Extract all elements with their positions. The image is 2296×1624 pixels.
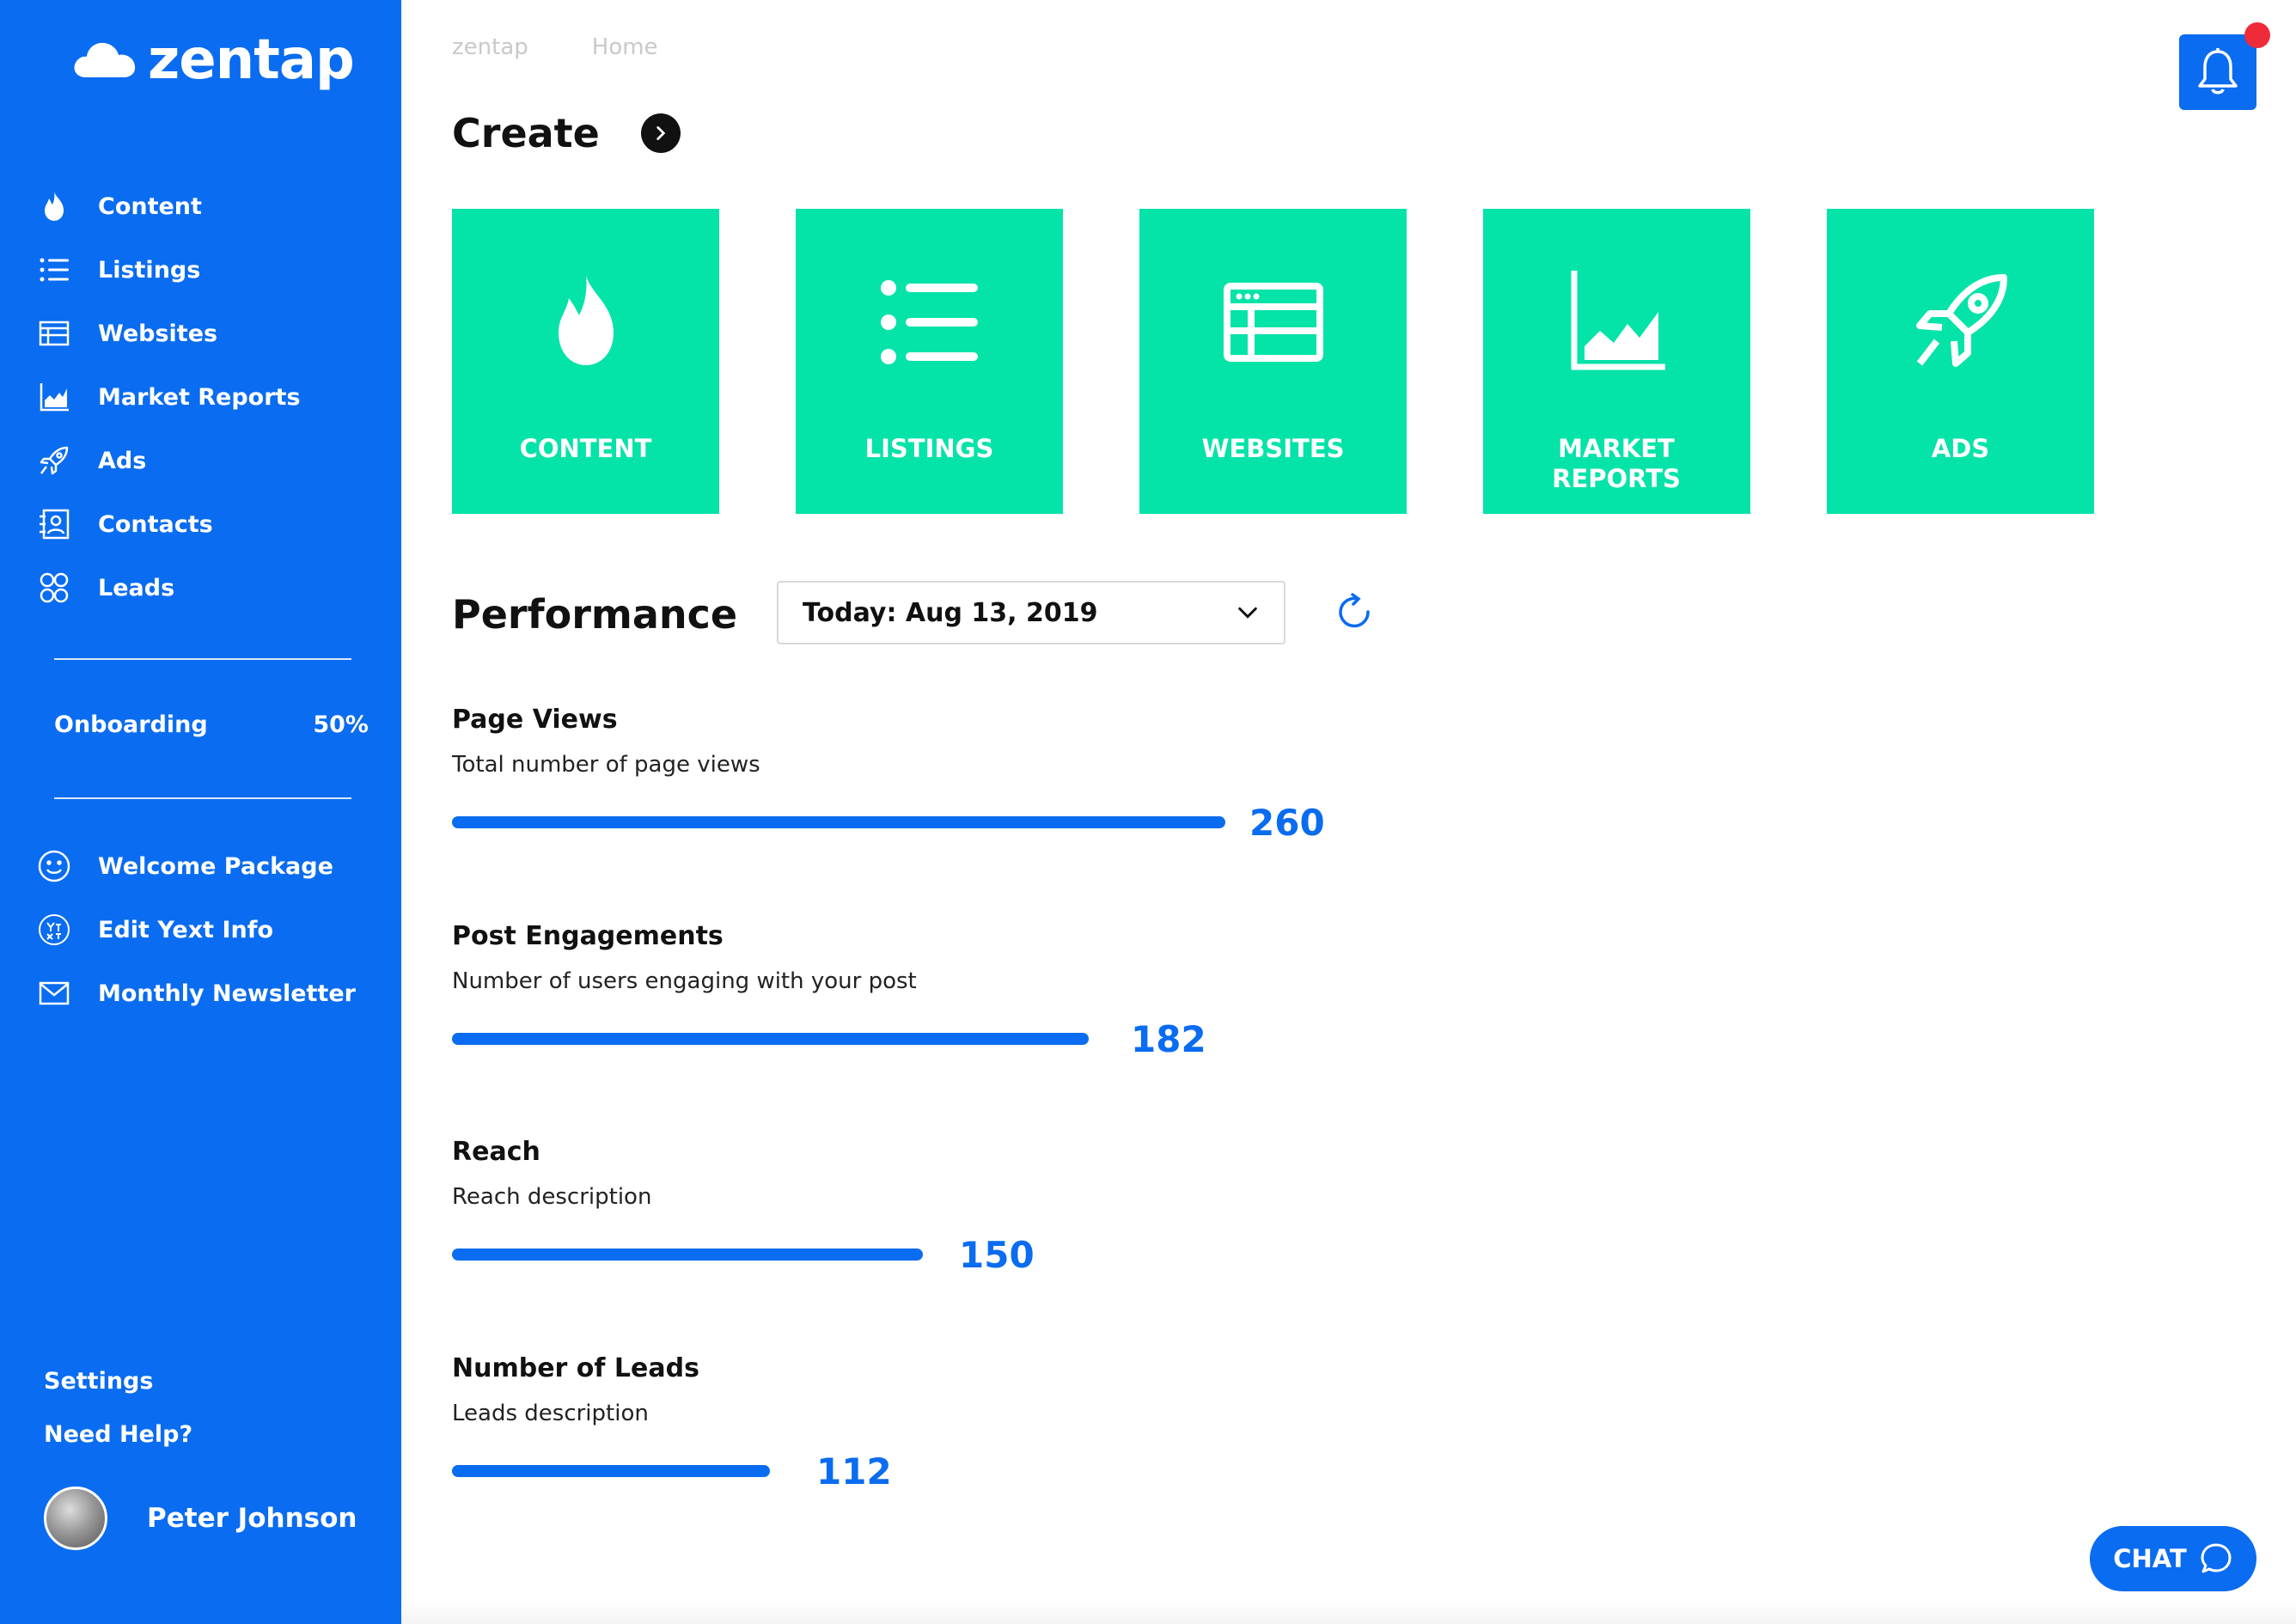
chevron-right-icon [656,126,666,140]
chat-button[interactable]: CHAT [2090,1526,2256,1591]
chat-label: CHAT [2113,1544,2187,1573]
bottom-shadow [401,1598,2296,1624]
metric-description: Reach description [452,1184,652,1210]
breadcrumb-item[interactable]: zentap [452,34,528,60]
bell-icon [2198,48,2238,95]
create-next-button[interactable] [640,113,681,153]
help-link[interactable]: Need Help? [44,1421,192,1448]
sidebar: zentap Content Listings Websites Market … [0,0,401,1624]
rocket-icon [1915,274,2007,367]
user-profile[interactable]: Peter Johnson [44,1487,357,1550]
list-icon [880,280,978,364]
sidebar-item-websites[interactable]: Websites [34,308,217,359]
create-tile-websites[interactable]: WEBSITES [1139,209,1407,514]
sidebar-item-market-reports[interactable]: Market Reports [34,371,301,423]
sidebar-item-label: Leads [98,574,175,601]
sidebar-item-content[interactable]: Content [34,180,202,232]
tile-label: CONTENT [519,434,652,463]
sidebar-item-listings[interactable]: Listings [34,244,200,296]
metric-description: Leads description [452,1401,649,1426]
metric-bar [452,1465,770,1477]
refresh-icon[interactable] [1335,593,1375,632]
sidebar-item-label: Contacts [98,510,213,538]
metric-value: 112 [816,1450,892,1493]
flame-icon [558,275,614,365]
metric-title: Post Engagements [452,921,724,951]
onboarding-label: Onboarding [54,711,208,738]
sidebar-divider [54,797,351,799]
sidebar-item-label: Edit Yext Info [98,916,274,943]
metric-bar [452,816,1225,828]
create-tile-market-reports[interactable]: MARKET REPORTS [1483,209,1750,514]
metric-title: Reach [452,1137,540,1167]
metric-description: Number of users engaging with your post [452,968,917,994]
metric-value: 182 [1131,1018,1206,1060]
browser-icon [1223,283,1323,362]
notifications-button[interactable] [2179,22,2270,110]
breadcrumb: zentap Home [452,34,658,60]
cloud-icon [74,42,136,77]
metric-page-views: Page Views Total number of page views 26… [452,705,1483,845]
sidebar-item-contacts[interactable]: Contacts [34,498,213,550]
tile-label: LISTINGS [864,434,994,463]
metric-bar [452,1033,1089,1045]
create-section-title: Create [452,110,681,156]
breadcrumb-item[interactable]: Home [592,34,658,60]
sidebar-divider [54,658,351,660]
settings-link[interactable]: Settings [44,1368,153,1395]
tile-label: ADS [1931,434,1990,463]
notification-badge [2244,22,2270,48]
tile-label: WEBSITES [1201,434,1345,463]
sidebar-item-label: Welcome Package [98,852,333,880]
list-icon [34,250,74,290]
metric-description: Total number of page views [452,752,760,778]
chevron-down-icon [1238,607,1257,619]
sidebar-item-ads[interactable]: Ads [34,435,146,486]
onboarding-progress[interactable]: Onboarding 50% [54,711,369,738]
sidebar-item-label: Monthly Newsletter [98,980,356,1007]
sidebar-item-label: Content [98,192,202,220]
brand-logo[interactable]: zentap [70,28,355,92]
create-tiles: CONTENT LISTINGS WEBSITES MARKET REPORTS… [452,209,2094,514]
user-name: Peter Johnson [147,1503,357,1534]
sidebar-item-monthly-newsletter[interactable]: Monthly Newsletter [34,968,356,1019]
sidebar-item-label: Market Reports [98,383,301,411]
date-range-select[interactable]: Today: Aug 13, 2019 [777,581,1285,644]
leads-icon [34,568,74,607]
create-tile-listings[interactable]: LISTINGS [796,209,1063,514]
avatar[interactable] [44,1487,107,1550]
area-chart-icon [1571,271,1665,370]
mail-icon [34,974,74,1013]
metric-post-engagements: Post Engagements Number of users engagin… [452,921,1483,1061]
area-chart-icon [34,377,74,417]
metric-number-of-leads: Number of Leads Leads description 112 [452,1353,1483,1493]
flame-icon [34,186,74,226]
metric-value: 150 [959,1234,1035,1276]
onboarding-percent: 50% [313,711,369,738]
sidebar-item-edit-yext-info[interactable]: Edit Yext Info [34,904,273,955]
rocket-icon [34,441,74,480]
browser-icon [34,314,74,353]
brand-name: zentap [148,28,355,92]
contacts-icon [34,504,74,544]
performance-title: Performance [452,591,738,638]
tile-label: MARKET REPORTS [1552,434,1681,493]
sidebar-item-label: Websites [98,320,218,347]
metric-value: 260 [1249,802,1325,844]
sidebar-item-label: Listings [98,256,201,284]
create-title-text: Create [452,110,600,156]
date-select-value: Today: Aug 13, 2019 [803,597,1098,628]
metric-title: Page Views [452,705,618,735]
sidebar-item-leads[interactable]: Leads [34,562,174,614]
yext-icon [34,910,74,949]
metric-reach: Reach Reach description 150 [452,1137,1483,1277]
sidebar-item-label: Ads [98,447,147,474]
smiley-icon [34,846,74,886]
metric-bar [452,1249,923,1261]
create-tile-ads[interactable]: ADS [1827,209,2094,514]
sidebar-item-welcome-package[interactable]: Welcome Package [34,840,333,892]
create-tile-content[interactable]: CONTENT [452,209,719,514]
speech-bubble-icon [2201,1543,2232,1573]
metric-title: Number of Leads [452,1353,699,1383]
